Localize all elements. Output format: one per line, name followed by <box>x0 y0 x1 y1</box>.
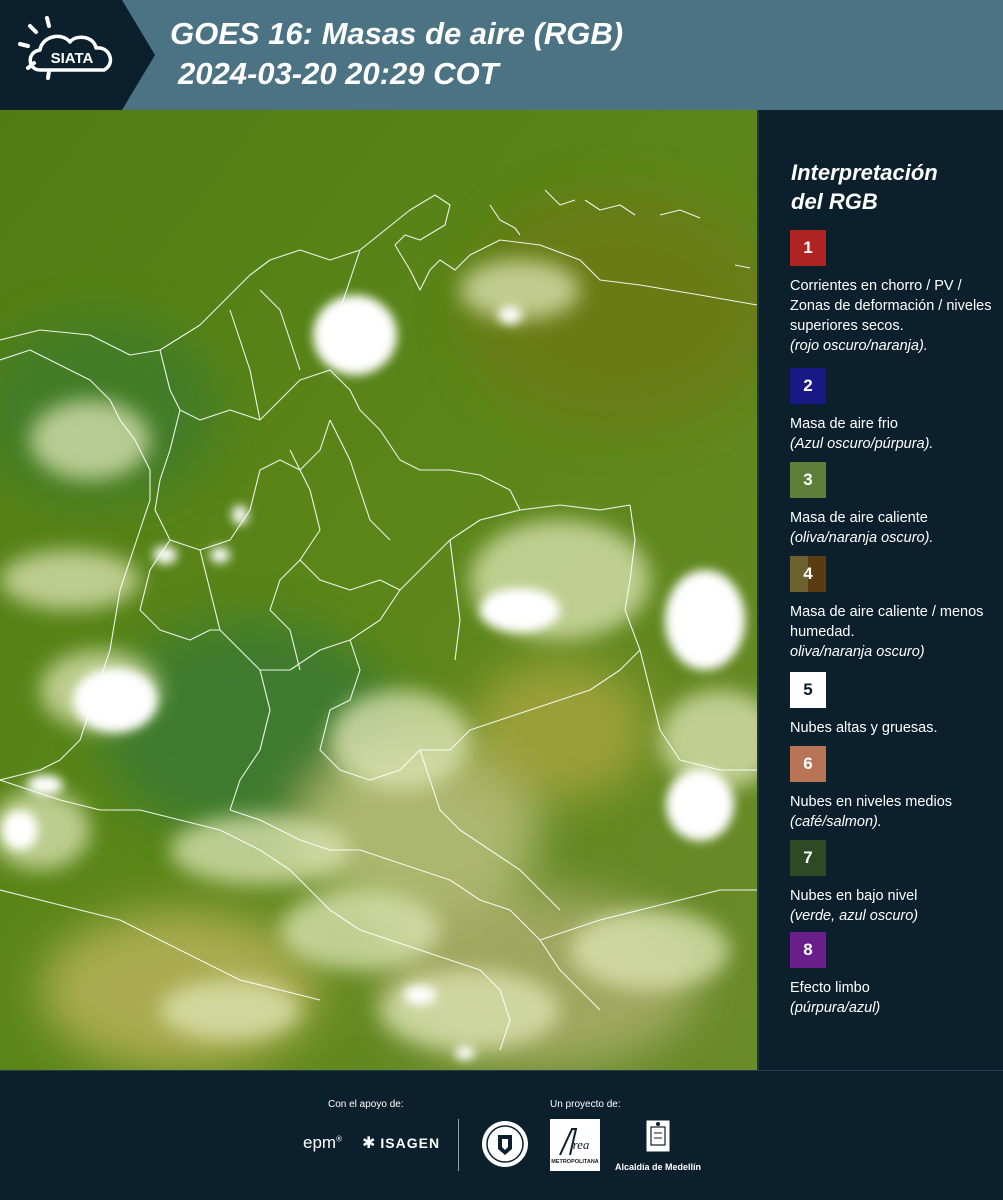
legend-swatch-7: 7 <box>790 840 826 876</box>
epm-logo: epm® <box>303 1133 342 1152</box>
metro-logo-text: METROPOLITANA <box>551 1159 599 1165</box>
legend-text-2: Masa de aire frio <box>790 416 898 432</box>
isagen-logo-text: ISAGEN <box>380 1135 441 1151</box>
footer-bar: Con el apoyo de: Un proyecto de: epm® ✱ … <box>0 1070 1003 1200</box>
legend-item-6: 6 Nubes en niveles medios (café/salmon). <box>790 746 1000 832</box>
legend-text-7: Nubes en bajo nivel <box>790 888 918 904</box>
title-line-1: GOES 16: Masas de aire (RGB) <box>170 16 624 51</box>
title-line-2: 2024-03-20 20:29 COT <box>178 56 499 91</box>
legend-text-4: Masa de aire caliente / menos humedad. <box>790 604 984 640</box>
svg-text:rea: rea <box>573 1137 590 1152</box>
area-metropolitana-logo: rea METROPOLITANA <box>550 1119 600 1171</box>
legend-desc-5: Nubes altas y gruesas. <box>790 718 1000 738</box>
legend-note-2: (Azul oscuro/púrpura). <box>790 436 934 452</box>
header-bar: SIATA GOES 16: Masas de aire (RGB) 2024-… <box>0 0 1003 110</box>
legend-panel: Interpretación del RGB 1 Corrientes en c… <box>757 110 1003 1070</box>
alcaldia-shield-icon <box>645 1119 671 1153</box>
legend-desc-3: Masa de aire caliente (oliva/naranja osc… <box>790 508 1000 548</box>
support-label: Con el apoyo de: <box>328 1099 404 1110</box>
legend-note-1: (rojo oscuro/naranja). <box>790 338 928 354</box>
legend-text-6: Nubes en niveles medios <box>790 794 953 810</box>
legend-text-3: Masa de aire caliente <box>790 510 928 526</box>
legend-swatch-3: 3 <box>790 462 826 498</box>
legend-desc-4: Masa de aire caliente / menos humedad. o… <box>790 602 1000 662</box>
legend-swatch-6: 6 <box>790 746 826 782</box>
legend-text-8: Efecto limbo <box>790 980 870 996</box>
legend-text-1: Corrientes en chorro / PV / Zonas de def… <box>790 278 992 334</box>
legend-desc-8: Efecto limbo (púrpura/azul) <box>790 978 1000 1018</box>
legend-title-line-1: Interpretación <box>791 160 938 185</box>
legend-item-5: 5 Nubes altas y gruesas. <box>790 672 1000 738</box>
legend-item-2: 2 Masa de aire frio (Azul oscuro/púrpura… <box>790 368 1000 454</box>
satellite-map[interactable] <box>0 110 757 1070</box>
footer-divider <box>458 1119 459 1171</box>
legend-title: Interpretación del RGB <box>791 158 991 216</box>
legend-swatch-8: 8 <box>790 932 826 968</box>
isagen-logo: ✱ ISAGEN <box>362 1133 440 1153</box>
logo-text: SIATA <box>51 50 94 67</box>
legend-note-3: (oliva/naranja oscuro). <box>790 530 934 546</box>
alcaldia-logo: Alcaldía de Medellín <box>613 1119 703 1172</box>
legend-item-1: 1 Corrientes en chorro / PV / Zonas de d… <box>790 230 1000 356</box>
legend-swatch-4: 4 <box>790 556 826 592</box>
legend-note-7: (verde, azul oscuro) <box>790 908 919 924</box>
legend-desc-1: Corrientes en chorro / PV / Zonas de def… <box>790 276 1000 356</box>
siata-logo: SIATA <box>0 0 155 110</box>
legend-item-7: 7 Nubes en bajo nivel (verde, azul oscur… <box>790 840 1000 926</box>
epm-logo-text: epm <box>303 1133 337 1152</box>
legend-item-8: 8 Efecto limbo (púrpura/azul) <box>790 932 1000 1018</box>
legend-item-4: 4 Masa de aire caliente / menos humedad.… <box>790 556 1000 662</box>
project-label: Un proyecto de: <box>550 1099 621 1110</box>
legend-note-8: (púrpura/azul) <box>790 1000 881 1016</box>
legend-swatch-5: 5 <box>790 672 826 708</box>
university-seal-icon <box>480 1119 530 1174</box>
legend-title-line-2: del RGB <box>791 189 878 214</box>
legend-swatch-1: 1 <box>790 230 826 266</box>
legend-swatch-2: 2 <box>790 368 826 404</box>
legend-desc-2: Masa de aire frio (Azul oscuro/púrpura). <box>790 414 1000 454</box>
legend-note-4: oliva/naranja oscuro) <box>790 644 925 660</box>
legend-desc-7: Nubes en bajo nivel (verde, azul oscuro) <box>790 886 1000 926</box>
legend-item-3: 3 Masa de aire caliente (oliva/naranja o… <box>790 462 1000 548</box>
legend-desc-6: Nubes en niveles medios (café/salmon). <box>790 792 1000 832</box>
legend-note-6: (café/salmon). <box>790 814 882 830</box>
alcaldia-logo-text: Alcaldía de Medellín <box>614 1162 702 1172</box>
page-title: GOES 16: Masas de aire (RGB) 2024-03-20 … <box>170 14 623 94</box>
isagen-star-icon: ✱ <box>362 1135 377 1152</box>
legend-text-5: Nubes altas y gruesas. <box>790 720 938 736</box>
